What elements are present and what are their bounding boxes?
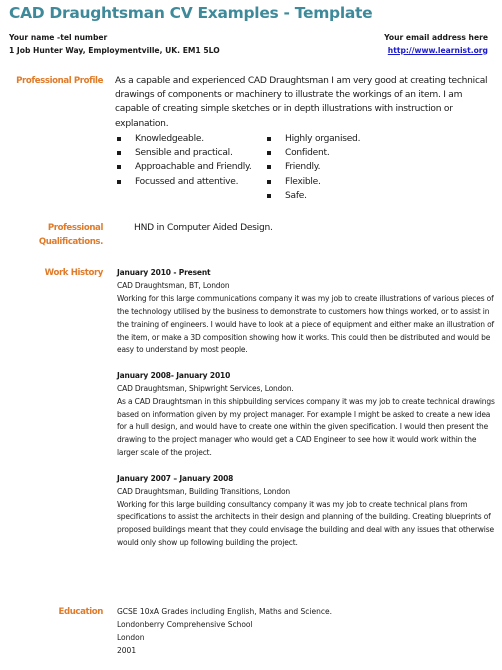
profile-bullets: Knowledgeable. Sensible and practical. A… <box>115 132 415 203</box>
profile-text: As a capable and experienced CAD Draught… <box>115 76 488 129</box>
job-description: As a CAD Draughtsman in this shipbuildin… <box>117 396 495 458</box>
section-label-profile: Professional Profile <box>16 76 103 86</box>
contact-right: Your email address here http://www.learn… <box>384 32 488 57</box>
bullet-column-left: Knowledgeable. Sensible and practical. A… <box>115 132 265 203</box>
job-description: Working for this large building consulta… <box>117 499 494 548</box>
document-title: CAD Draughtsman CV Examples - Template <box>9 4 373 22</box>
section-label-qualifications: Professional Qualifications. <box>38 223 104 247</box>
job-dates: January 2010 - Present <box>117 268 211 277</box>
education-line: Londonberry Comprehensive School <box>117 619 253 629</box>
name-line: Your name -tel number <box>9 33 108 42</box>
job-role: CAD Draughtsman, Building Transitions, L… <box>117 486 291 496</box>
section-label-work-history: Work History <box>44 268 104 278</box>
work-history: January 2010 - Present CAD Draughtsman, … <box>117 267 497 563</box>
job-entry: January 2008- January 2010 CAD Draughtsm… <box>117 370 497 460</box>
education-line: GCSE 10xA Grades including English, Math… <box>117 607 332 616</box>
bullet-item: Confident. <box>265 146 403 160</box>
bullet-item: Flexible. <box>265 175 403 189</box>
address-line: 1 Job Hunter Way, Employmentville, UK. E… <box>9 45 220 55</box>
job-entry: January 2010 - Present CAD Draughtsman, … <box>117 267 497 357</box>
bullet-column-right: Highly organised. Confident. Friendly. F… <box>265 132 415 203</box>
education-line: London <box>117 632 145 642</box>
job-dates: January 2007 – January 2008 <box>117 473 234 483</box>
qualifications-text: HND in Computer Aided Design. <box>134 223 273 233</box>
bullet-item: Highly organised. <box>265 132 403 146</box>
job-dates: January 2008- January 2010 <box>117 370 231 380</box>
bullet-item: Safe. <box>265 189 403 203</box>
job-entry: January 2007 – January 2008 CAD Draughts… <box>117 473 497 550</box>
contact-left: Your name -tel number 1 Job Hunter Way, … <box>9 32 220 57</box>
bullet-item: Friendly. <box>265 160 403 174</box>
job-role: CAD Draughtsman, BT, London <box>117 280 230 290</box>
bullet-item: Approachable and Friendly. <box>115 160 253 174</box>
bullet-item: Sensible and practical. <box>115 146 253 160</box>
section-label-education: Education <box>58 607 103 617</box>
bullet-item: Focussed and attentive. <box>115 175 253 189</box>
bullet-item: Knowledgeable. <box>115 132 253 146</box>
email-line: Your email address here <box>384 33 488 42</box>
education-details: GCSE 10xA Grades including English, Math… <box>117 606 332 658</box>
education-line: 2001 <box>117 645 137 655</box>
website-link[interactable]: http://www.learnist.org <box>388 46 488 55</box>
job-description: Working for this large communications co… <box>117 293 495 355</box>
job-role: CAD Draughtsman, Shipwright Services, Lo… <box>117 383 294 393</box>
